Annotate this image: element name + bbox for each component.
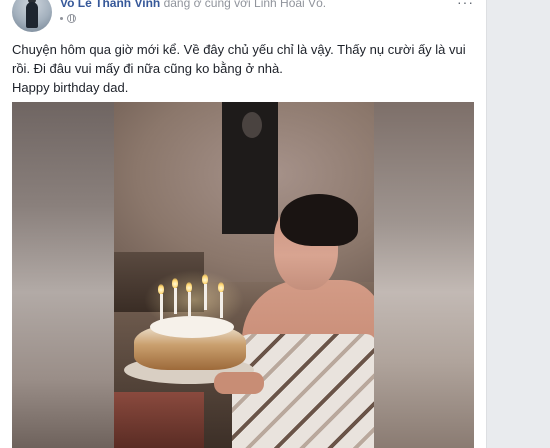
globe-icon[interactable] [67, 14, 76, 23]
separator-dot [60, 17, 63, 20]
post-text-line: Happy birthday dad. [12, 80, 129, 95]
post-text-line: rồi. Đi đâu vui mấy đi nữa cũng ko bằng … [12, 61, 283, 76]
video-blur-left [12, 102, 114, 448]
candle-flame [186, 282, 192, 292]
tagged-with-text: đang ở cùng với Linh Hoài Võ. [160, 0, 327, 10]
post-text: Chuyện hôm qua giờ mới kể. Về đây chủ yế… [12, 40, 474, 97]
candle-flame [158, 284, 164, 294]
poster-face [242, 112, 262, 138]
video-frame [114, 102, 374, 448]
candle [160, 294, 163, 320]
avatar-figure [26, 2, 38, 28]
candle-flame [218, 282, 224, 292]
wall-poster [222, 102, 278, 234]
post-card: Vo Le Thanh Vinh đang ở cùng với Linh Ho… [0, 0, 487, 448]
candle [174, 288, 177, 314]
person-hair [280, 194, 358, 246]
post-text-line: Chuyện hôm qua giờ mới kể. Về đây chủ yế… [12, 42, 466, 57]
candle [220, 292, 223, 318]
foreground-arm [114, 392, 204, 448]
author-avatar[interactable] [12, 0, 52, 32]
candle-flame [172, 278, 178, 288]
more-options-icon[interactable]: ··· [457, 0, 474, 10]
candle-flame [202, 274, 208, 284]
post-meta [60, 14, 76, 23]
author-name-link[interactable]: Vo Le Thanh Vinh [60, 0, 160, 10]
right-sidebar [487, 0, 550, 448]
video-blur-right [374, 102, 474, 448]
post-video[interactable] [12, 102, 474, 448]
candle [204, 284, 207, 310]
post-header: Vo Le Thanh Vinh đang ở cùng với Linh Ho… [60, 0, 326, 10]
hands [214, 372, 264, 394]
candle [188, 292, 191, 318]
